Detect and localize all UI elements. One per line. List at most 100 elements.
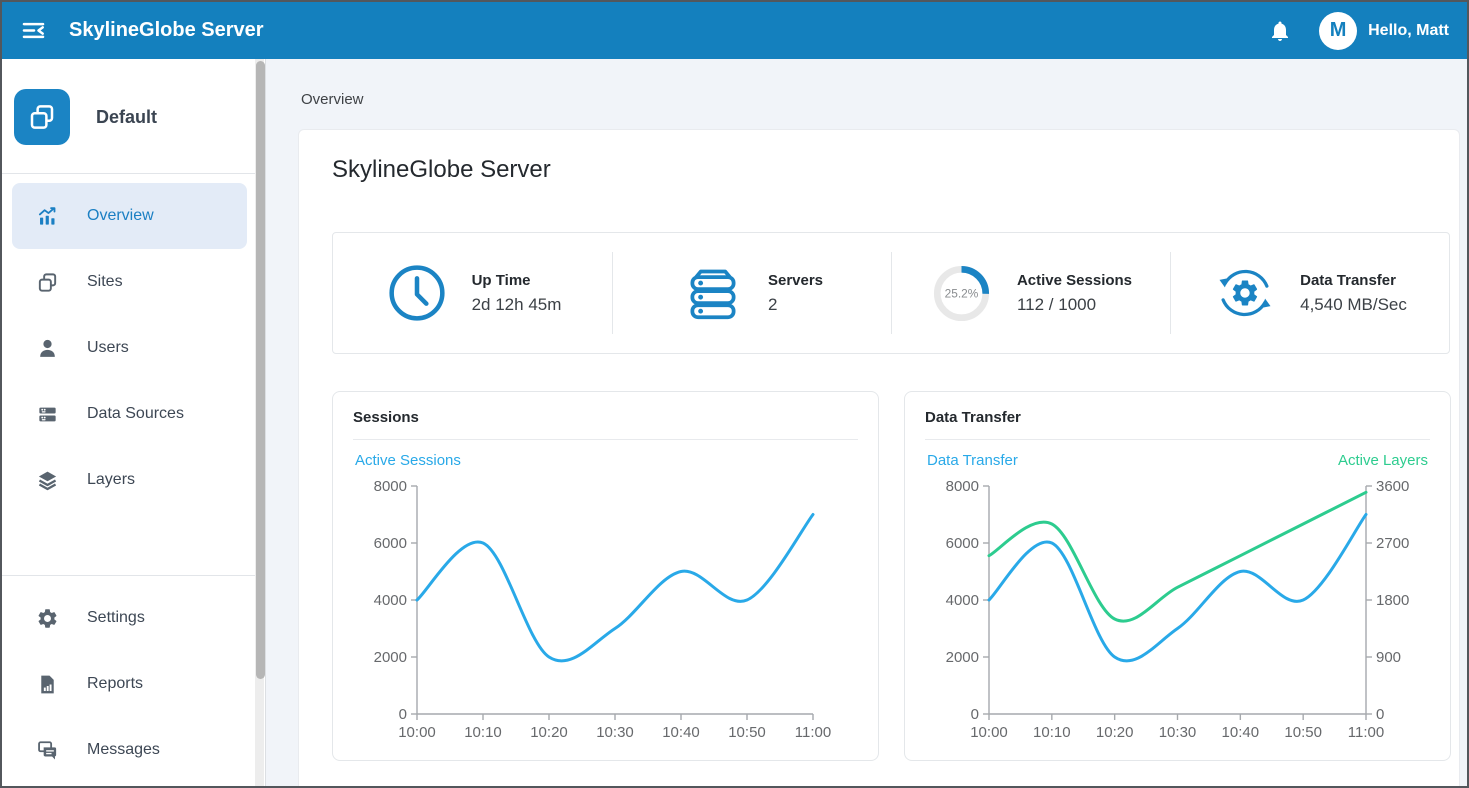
sites-icon bbox=[27, 102, 57, 132]
notifications-bell-icon[interactable] bbox=[1267, 18, 1293, 44]
sites-icon bbox=[34, 271, 60, 294]
sidebar-item-label: Users bbox=[87, 339, 129, 357]
sidebar-item-messages[interactable]: Messages bbox=[12, 717, 247, 783]
stat-label: Servers bbox=[768, 272, 823, 289]
sidebar-item-data-sources[interactable]: Data Sources bbox=[12, 381, 247, 447]
charts-row: Sessions Active Sessions 0 2000 4000 6000 80… bbox=[332, 391, 1450, 761]
sidebar-item-layers[interactable]: Layers bbox=[12, 447, 247, 513]
svg-text:10:20: 10:20 bbox=[530, 724, 568, 741]
svg-text:2700: 2700 bbox=[1376, 535, 1409, 552]
app-title: SkylineGlobe Server bbox=[69, 19, 264, 42]
legend-data-transfer: Data Transfer bbox=[927, 452, 1018, 470]
secondary-nav: Settings Reports bbox=[2, 576, 265, 783]
stat-active-sessions: 25.2% Active Sessions 112 / 1000 bbox=[891, 233, 1170, 353]
sessions-chart-card: Sessions Active Sessions 0 2000 4000 6000 80… bbox=[332, 391, 879, 761]
stat-value: 2d 12h 45m bbox=[472, 295, 562, 315]
stat-label: Active Sessions bbox=[1017, 272, 1132, 289]
data-transfer-chart-card: Data Transfer Data Transfer Active Layer… bbox=[904, 391, 1451, 761]
svg-text:0: 0 bbox=[399, 706, 407, 723]
svg-text:10:30: 10:30 bbox=[1159, 724, 1197, 741]
stat-uptime: Up Time 2d 12h 45m bbox=[333, 233, 612, 353]
svg-text:11:00: 11:00 bbox=[795, 724, 831, 741]
donut-percent-label: 25.2% bbox=[945, 286, 979, 300]
svg-text:10:10: 10:10 bbox=[1033, 724, 1071, 741]
stat-label: Data Transfer bbox=[1300, 272, 1407, 289]
svg-text:10:00: 10:00 bbox=[970, 724, 1008, 741]
svg-text:10:50: 10:50 bbox=[728, 724, 766, 741]
svg-text:10:40: 10:40 bbox=[1222, 724, 1260, 741]
sessions-line-chart: 0 2000 4000 6000 8000 10:00 10:10 10:20 10:30 10:… bbox=[353, 474, 858, 746]
legend-active-layers: Active Layers bbox=[1338, 452, 1428, 470]
svg-text:2000: 2000 bbox=[946, 649, 979, 666]
svg-text:10:20: 10:20 bbox=[1096, 724, 1134, 741]
stat-value: 112 / 1000 bbox=[1017, 295, 1132, 315]
sidebar-item-label: Data Sources bbox=[87, 405, 184, 423]
report-icon bbox=[34, 673, 60, 696]
svg-text:2000: 2000 bbox=[374, 649, 407, 666]
messages-icon bbox=[34, 739, 60, 762]
primary-nav: Overview Sites Users bbox=[2, 174, 265, 575]
server-stack-icon bbox=[680, 260, 746, 326]
gear-icon bbox=[34, 607, 60, 630]
sidebar-item-label: Messages bbox=[87, 741, 160, 759]
stat-label: Up Time bbox=[472, 272, 562, 289]
svg-text:4000: 4000 bbox=[946, 592, 979, 609]
progress-donut: 25.2% bbox=[929, 260, 995, 326]
svg-text:0: 0 bbox=[971, 706, 979, 723]
sidebar-item-reports[interactable]: Reports bbox=[12, 651, 247, 717]
svg-text:6000: 6000 bbox=[946, 535, 979, 552]
svg-text:3600: 3600 bbox=[1376, 478, 1409, 495]
stat-data-transfer: Data Transfer 4,540 MB/Sec bbox=[1170, 233, 1449, 353]
svg-text:10:40: 10:40 bbox=[662, 724, 700, 741]
user-icon bbox=[34, 337, 60, 360]
divider bbox=[925, 439, 1430, 440]
sidebar-item-label: Reports bbox=[87, 675, 143, 693]
sidebar-item-users[interactable]: Users bbox=[12, 315, 247, 381]
stat-value: 4,540 MB/Sec bbox=[1300, 295, 1407, 315]
svg-text:0: 0 bbox=[1376, 706, 1384, 723]
main-content: Overview SkylineGlobe Server Up Time 2d … bbox=[266, 59, 1467, 786]
sidebar-item-overview[interactable]: Overview bbox=[12, 183, 247, 249]
svg-text:900: 900 bbox=[1376, 649, 1401, 666]
sidebar: Default Overview bbox=[2, 59, 266, 786]
svg-text:6000: 6000 bbox=[374, 535, 407, 552]
overview-chart-icon bbox=[34, 205, 60, 228]
svg-text:8000: 8000 bbox=[946, 478, 979, 495]
user-greeting: Hello, Matt bbox=[1368, 22, 1449, 40]
sidebar-item-label: Sites bbox=[87, 273, 123, 291]
svg-text:10:00: 10:00 bbox=[398, 724, 436, 741]
svg-text:10:10: 10:10 bbox=[464, 724, 502, 741]
svg-text:11:00: 11:00 bbox=[1348, 724, 1384, 741]
sidebar-item-sites[interactable]: Sites bbox=[12, 249, 247, 315]
top-header: SkylineGlobe Server M Hello, Matt bbox=[2, 2, 1467, 59]
sidebar-item-label: Settings bbox=[87, 609, 145, 627]
svg-text:8000: 8000 bbox=[374, 478, 407, 495]
workspace-label: Default bbox=[96, 107, 157, 128]
svg-text:4000: 4000 bbox=[374, 592, 407, 609]
collapse-menu-icon[interactable] bbox=[18, 16, 48, 46]
sidebar-scrollbar-thumb[interactable] bbox=[256, 61, 265, 679]
chart-title: Sessions bbox=[353, 409, 858, 426]
page-title: SkylineGlobe Server bbox=[332, 130, 1450, 184]
gear-sync-icon bbox=[1212, 260, 1278, 326]
stats-bar: Up Time 2d 12h 45m bbox=[332, 232, 1450, 354]
stat-servers: Servers 2 bbox=[612, 233, 891, 353]
avatar[interactable]: M bbox=[1319, 12, 1357, 50]
spacer bbox=[12, 513, 247, 575]
user-menu[interactable]: M Hello, Matt bbox=[1319, 12, 1449, 50]
svg-text:10:30: 10:30 bbox=[596, 724, 634, 741]
sidebar-item-label: Overview bbox=[87, 207, 154, 225]
workspace-tile[interactable] bbox=[14, 89, 70, 145]
legend-active-sessions: Active Sessions bbox=[355, 452, 461, 470]
stat-value: 2 bbox=[768, 295, 823, 315]
divider bbox=[353, 439, 858, 440]
overview-card: SkylineGlobe Server Up Time 2d 12h 45m bbox=[298, 129, 1460, 786]
breadcrumb: Overview bbox=[266, 59, 1467, 109]
chart-title: Data Transfer bbox=[925, 409, 1430, 426]
clock-icon bbox=[384, 260, 450, 326]
workspace-selector[interactable]: Default bbox=[2, 59, 265, 173]
data-sources-icon bbox=[34, 403, 60, 426]
sidebar-item-label: Layers bbox=[87, 471, 135, 489]
data-transfer-line-chart: 02000400060008000090018002700360010:0010… bbox=[925, 474, 1430, 746]
sidebar-item-settings[interactable]: Settings bbox=[12, 585, 247, 651]
